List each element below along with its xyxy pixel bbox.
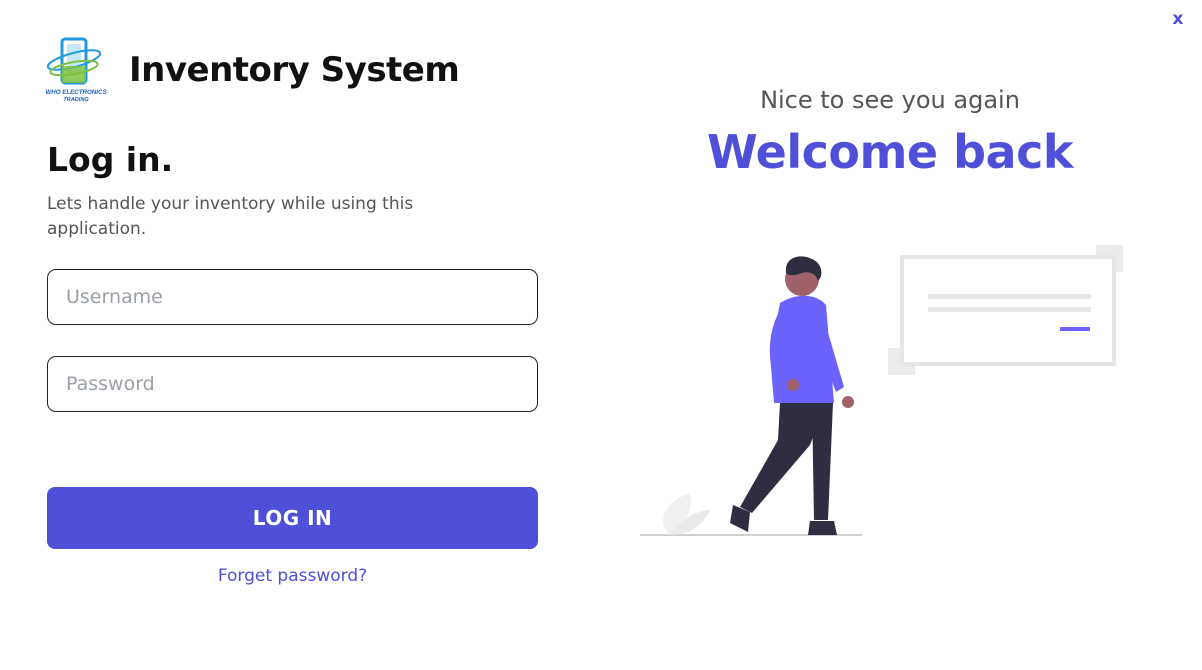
username-field[interactable] [47,269,538,325]
message-card-icon [888,245,1123,375]
welcome-illustration [640,245,1123,536]
plant-icon [663,493,710,535]
app-title: Inventory System [129,50,460,90]
logo-text-line1: WHO ELECTRONICS [45,89,107,96]
greeting-text: Nice to see you again [760,86,1020,114]
username-input[interactable] [48,270,537,324]
login-subtitle: Lets handle your inventory while using t… [47,194,414,239]
login-button[interactable]: LOG IN [47,487,538,549]
logo-text-line2: TRADING [63,97,89,103]
login-heading: Log in. [47,140,174,179]
person-illustration [730,256,854,535]
forgot-password-link[interactable]: Forget password? [47,566,538,586]
brand-logo: WHO ELECTRONICS TRADING [45,37,107,103]
close-button[interactable]: x [1168,8,1188,30]
welcome-heading: Welcome back [707,125,1073,179]
password-field[interactable] [47,356,538,412]
password-input[interactable] [48,357,537,411]
